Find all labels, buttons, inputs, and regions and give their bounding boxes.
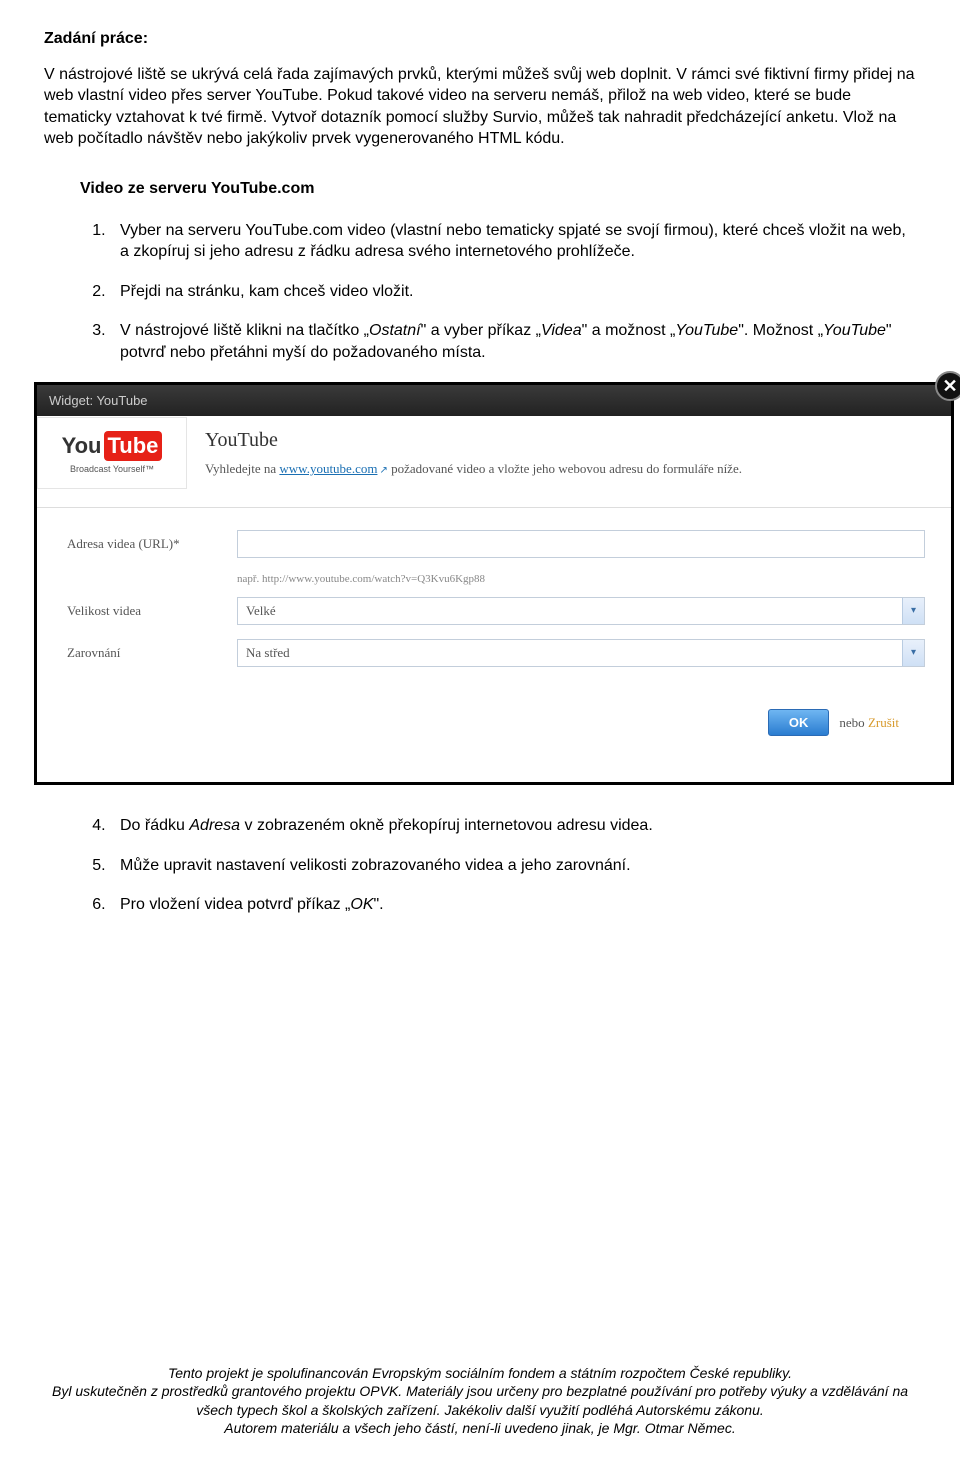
external-link-icon: ↗	[379, 465, 387, 476]
footer-line-1: Tento projekt je spolufinancován Evropsk…	[44, 1364, 916, 1382]
chevron-down-icon: ▾	[902, 598, 924, 624]
label-size: Velikost videa	[67, 602, 237, 620]
step-4-adresa: Adresa	[189, 817, 240, 834]
widget-titlebar: Widget: YouTube ✕	[37, 385, 951, 417]
widget-form: Adresa videa (URL)* např. http://www.you…	[37, 508, 951, 782]
step-4-text: Do řádku	[120, 817, 189, 834]
steps-list-cont: Do řádku Adresa v zobrazeném okně překop…	[110, 815, 916, 916]
step-2: Přejdi na stránku, kam chceš video vloži…	[110, 281, 916, 303]
nebo-text: nebo	[839, 714, 864, 732]
step-3-videa: Videa	[541, 322, 582, 339]
widget-header-text: YouTube Vyhledejte na www.youtube.com↗ p…	[205, 417, 742, 478]
logo-tube: Tube	[104, 431, 163, 461]
youtube-logo: YouTube Broadcast Yourself™	[37, 417, 187, 489]
step-3-youtube2: YouTube	[823, 322, 886, 339]
cancel-link[interactable]: Zrušit	[868, 714, 899, 732]
step-3-text: " a vyber příkaz „	[421, 322, 541, 339]
logo-slogan: Broadcast Yourself™	[70, 463, 154, 475]
step-6-ok: OK	[350, 896, 373, 913]
step-4-text: v zobrazeném okně překopíruj internetovo…	[240, 817, 653, 834]
widget-body: YouTube Broadcast Yourself™ YouTube Vyhl…	[37, 416, 951, 782]
footer-line-2: Byl uskutečněn z prostředků grantového p…	[44, 1382, 916, 1418]
select-align-value: Na střed	[246, 644, 290, 662]
hdr-pre: Vyhledejte na	[205, 461, 279, 476]
step-5: Může upravit nastavení velikosti zobrazo…	[110, 855, 916, 877]
widget-title-text: Widget: YouTube	[49, 393, 148, 408]
logo-you: You	[62, 431, 102, 461]
assignment-heading: Zadání práce:	[44, 28, 916, 50]
label-align: Zarovnání	[67, 644, 237, 662]
close-icon[interactable]: ✕	[935, 371, 960, 401]
section-title: Video ze serveru YouTube.com	[80, 178, 916, 200]
hdr-post: požadované video a vložte jeho webovou a…	[388, 461, 742, 476]
step-3-text: V nástrojové liště klikni na tlačítko „	[120, 322, 369, 339]
page-footer: Tento projekt je spolufinancován Evropsk…	[44, 1364, 916, 1437]
step-4: Do řádku Adresa v zobrazeném okně překop…	[110, 815, 916, 837]
footer-line-3: Autorem materiálu a všech jeho částí, ne…	[44, 1419, 916, 1437]
step-3-text: ". Možnost „	[738, 322, 823, 339]
widget-header: YouTube Broadcast Yourself™ YouTube Vyhl…	[37, 416, 951, 508]
url-hint: např. http://www.youtube.com/watch?v=Q3K…	[237, 572, 925, 587]
step-6: Pro vložení videa potvrď příkaz „OK".	[110, 894, 916, 916]
widget-header-title: YouTube	[205, 427, 742, 454]
select-video-size[interactable]: Velké ▾	[237, 597, 925, 625]
step-6-text: Pro vložení videa potvrď příkaz „	[120, 896, 350, 913]
select-size-value: Velké	[246, 602, 276, 620]
step-3-ostatni: Ostatní	[369, 322, 421, 339]
ok-button[interactable]: OK	[768, 709, 830, 736]
step-6-text: ".	[374, 896, 384, 913]
widget-footer-row: OK nebo Zrušit	[67, 681, 925, 764]
intro-paragraph: V nástrojové liště se ukrývá celá řada z…	[44, 64, 916, 150]
steps-list: Vyber na serveru YouTube.com video (vlas…	[110, 220, 916, 364]
widget-youtube-screenshot: Widget: YouTube ✕ YouTube Broadcast Your…	[34, 382, 954, 785]
step-1: Vyber na serveru YouTube.com video (vlas…	[110, 220, 916, 263]
step-3-text: " a možnost „	[582, 322, 676, 339]
chevron-down-icon: ▾	[902, 640, 924, 666]
input-video-url[interactable]	[237, 530, 925, 558]
select-alignment[interactable]: Na střed ▾	[237, 639, 925, 667]
label-url: Adresa videa (URL)*	[67, 535, 237, 553]
step-3-youtube: YouTube	[675, 322, 738, 339]
step-3: V nástrojové liště klikni na tlačítko „O…	[110, 320, 916, 363]
youtube-link[interactable]: www.youtube.com	[279, 461, 377, 476]
